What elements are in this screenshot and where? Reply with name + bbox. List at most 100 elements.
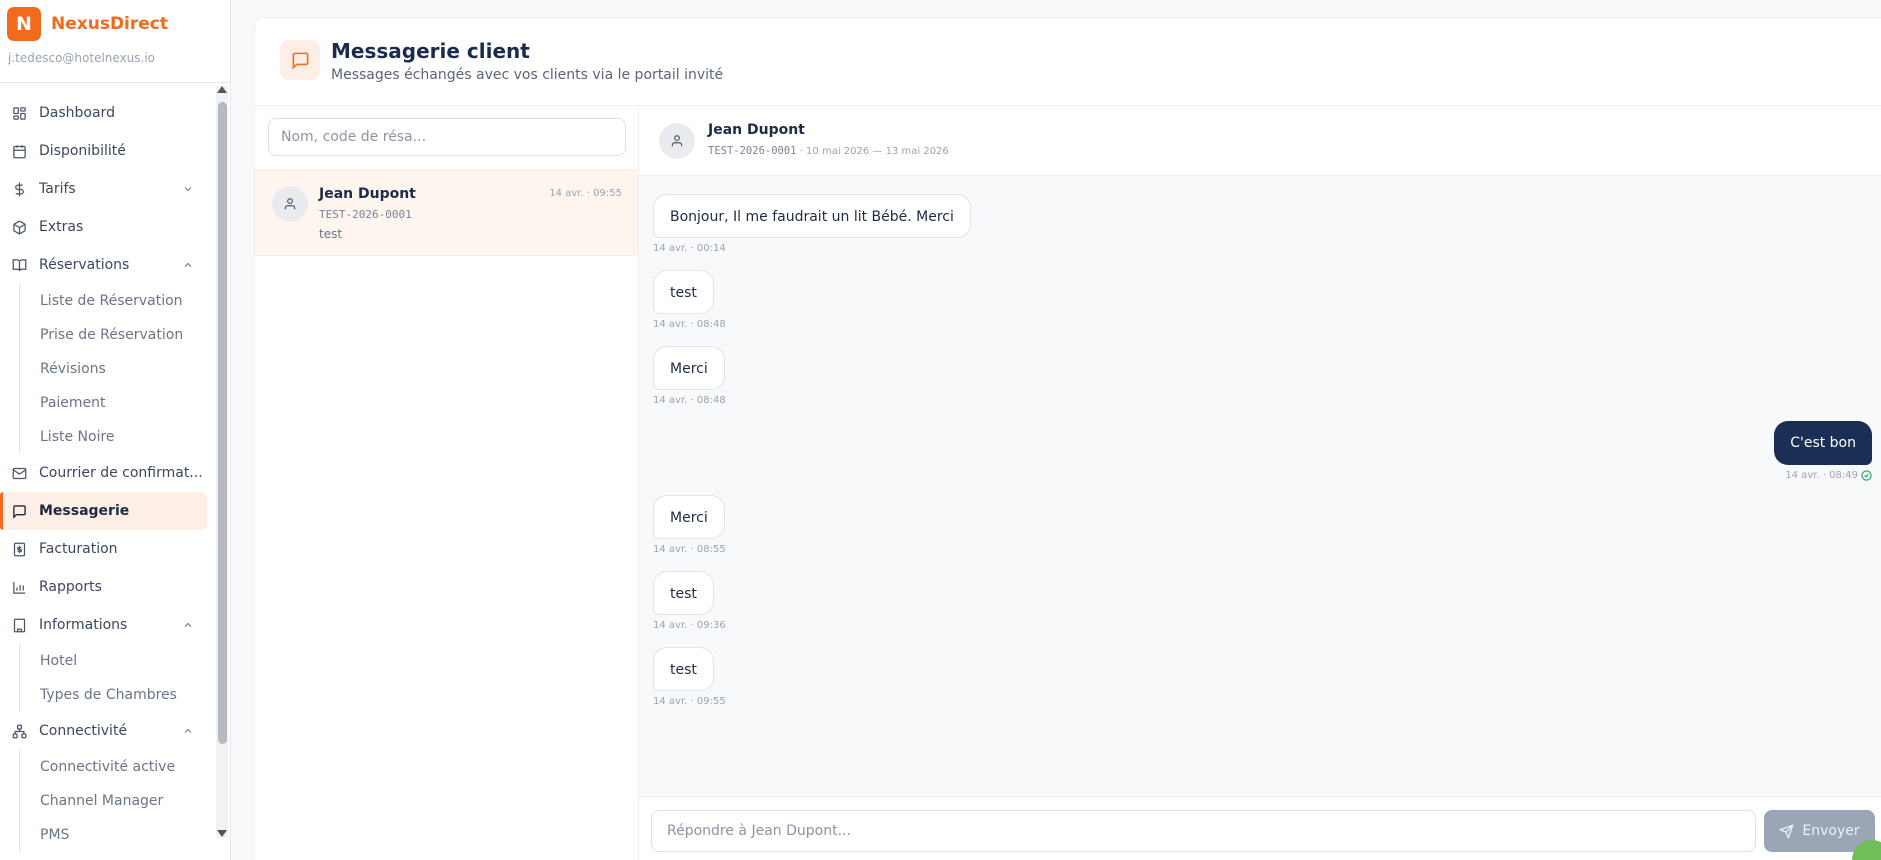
sidebar-item-label: Courrier de confirmat... [39,465,203,481]
scroll-down-arrow-icon[interactable] [217,830,227,837]
chat-booking-meta: TEST-2026-0001 · 10 mai 2026 — 13 mai 20… [708,145,949,157]
chat-contact-name: Jean Dupont [708,122,805,138]
message-incoming: Merci 14 avr. · 08:55 [653,495,726,555]
send-button-label: Envoyer [1802,823,1860,839]
sidebar-item-label: Disponibilité [39,143,126,159]
sidebar-subitem-prise-reservation[interactable]: Prise de Réservation [20,318,218,352]
sidebar-submenu-informations: Hotel Types de Chambres [19,644,218,712]
sidebar-item-tarifs[interactable]: Tarifs [0,170,218,208]
sidebar-item-dashboard[interactable]: Dashboard [0,94,218,132]
chat-stay-dates: · 10 mai 2026 — 13 mai 2026 [799,146,949,157]
message-square-icon [11,503,27,519]
message-bubble: C'est bon [1774,421,1872,465]
sidebar-item-informations[interactable]: Informations [0,606,218,644]
brand[interactable]: N NexusDirect [0,0,230,48]
sidebar-subitem-hotel[interactable]: Hotel [20,644,218,678]
sidebar-item-label: Facturation [39,541,118,557]
user-icon [284,198,296,210]
sidebar-submenu-reservations: Liste de Réservation Prise de Réservatio… [19,284,218,454]
sidebar-item-label: Informations [39,617,128,633]
sidebar-subitem-liste-noire[interactable]: Liste Noire [20,420,218,454]
reply-input[interactable] [651,810,1756,852]
sidebar-item-extras[interactable]: Extras [0,208,218,246]
message-bubble: Bonjour, Il me faudrait un lit Bébé. Mer… [653,194,971,238]
sidebar-scrollbar-thumb[interactable] [218,102,227,744]
messaging-panel: Messagerie client Messages échangés avec… [254,17,1881,860]
message-incoming: test 14 avr. · 08:48 [653,270,726,330]
search-input[interactable] [268,118,626,156]
message-incoming: test 14 avr. · 09:55 [653,647,726,707]
message-bubble: Merci [653,346,725,390]
chat-panel: Jean Dupont TEST-2026-0001 · 10 mai 2026… [639,106,1881,860]
dollar-icon [11,181,27,197]
message-incoming: test 14 avr. · 09:36 [653,571,726,631]
conversation-item[interactable]: Jean Dupont 14 avr. · 09:55 TEST-2026-00… [255,169,638,256]
chevron-up-icon[interactable] [182,619,194,631]
sidebar-item-label: Rapports [39,579,102,595]
building-icon [11,617,27,633]
chevron-down-icon[interactable] [182,183,194,195]
message-time: 14 avr. · 09:55 [653,696,726,707]
sidebar-item-label: Réservations [39,257,130,273]
message-incoming: Merci 14 avr. · 08:48 [653,346,726,406]
chevron-up-icon[interactable] [182,259,194,271]
sidebar-item-label: Dashboard [39,105,115,121]
calendar-icon [11,143,27,159]
package-icon [11,219,27,235]
page-subtitle: Messages échangés avec vos clients via l… [331,67,724,83]
conversation-time: 14 avr. · 09:55 [549,188,622,199]
bar-chart-icon [11,579,27,595]
sidebar-item-rapports[interactable]: Rapports [0,568,218,606]
message-incoming: Bonjour, Il me faudrait un lit Bébé. Mer… [653,194,971,254]
page-title: Messagerie client [331,39,530,63]
conversation-booking-code: TEST-2026-0001 [319,208,412,221]
book-open-icon [11,257,27,273]
sidebar-item-courrier[interactable]: Courrier de confirmat... [0,454,218,492]
receipt-icon [11,541,27,557]
scroll-up-arrow-icon[interactable] [217,86,227,93]
sidebar-item-messagerie[interactable]: Messagerie [0,492,207,530]
message-time: 14 avr. · 08:49 [1785,470,1858,481]
chevron-up-icon[interactable] [182,725,194,737]
message-composer: Envoyer [639,796,1881,860]
message-square-icon [280,40,320,80]
conversation-name: Jean Dupont [319,186,416,202]
message-bubble: test [653,270,714,314]
avatar [659,123,695,159]
user-icon [671,135,683,147]
avatar [272,186,308,222]
sidebar-item-label: Extras [39,219,84,235]
sidebar-nav: Dashboard Disponibilité Tarifs Extras Ré… [0,94,218,852]
message-time-row: 14 avr. · 08:49 [1774,470,1872,481]
message-time: 14 avr. · 08:55 [653,544,726,555]
read-check-icon [1861,470,1872,481]
brand-name: NexusDirect [51,14,168,34]
sidebar-subitem-liste-reservation[interactable]: Liste de Réservation [20,284,218,318]
sidebar-divider [0,82,230,83]
message-outgoing: C'est bon 14 avr. · 08:49 [1774,421,1872,481]
message-time: 14 avr. · 08:48 [653,395,726,406]
message-thread: Bonjour, Il me faudrait un lit Bébé. Mer… [639,176,1881,796]
chat-header: Jean Dupont TEST-2026-0001 · 10 mai 2026… [639,106,1881,176]
sidebar-item-label: Tarifs [39,181,76,197]
message-bubble: test [653,647,714,691]
brand-logo: N [7,7,41,41]
sidebar-subitem-types-chambres[interactable]: Types de Chambres [20,678,218,712]
sidebar-subitem-connectivite-active[interactable]: Connectivité active [20,750,218,784]
sidebar-subitem-channel-manager[interactable]: Channel Manager [20,784,218,818]
message-bubble: Merci [653,495,725,539]
network-icon [11,723,27,739]
sidebar-item-facturation[interactable]: Facturation [0,530,218,568]
sidebar-subitem-paiement[interactable]: Paiement [20,386,218,420]
dashboard-grid-icon [11,105,27,121]
sidebar-submenu-connectivite: Connectivité active Channel Manager PMS [19,750,218,852]
sidebar-item-label: Messagerie [39,503,130,519]
user-email: j.tedesco@hotelnexus.io [8,51,156,65]
page-header: Messagerie client Messages échangés avec… [255,18,1881,106]
sidebar-item-connectivite[interactable]: Connectivité [0,712,218,750]
conversation-list: Jean Dupont 14 avr. · 09:55 TEST-2026-00… [255,106,639,860]
sidebar-subitem-pms[interactable]: PMS [20,818,218,852]
sidebar-subitem-revisions[interactable]: Révisions [20,352,218,386]
sidebar-item-reservations[interactable]: Réservations [0,246,218,284]
sidebar-item-disponibilite[interactable]: Disponibilité [0,132,218,170]
